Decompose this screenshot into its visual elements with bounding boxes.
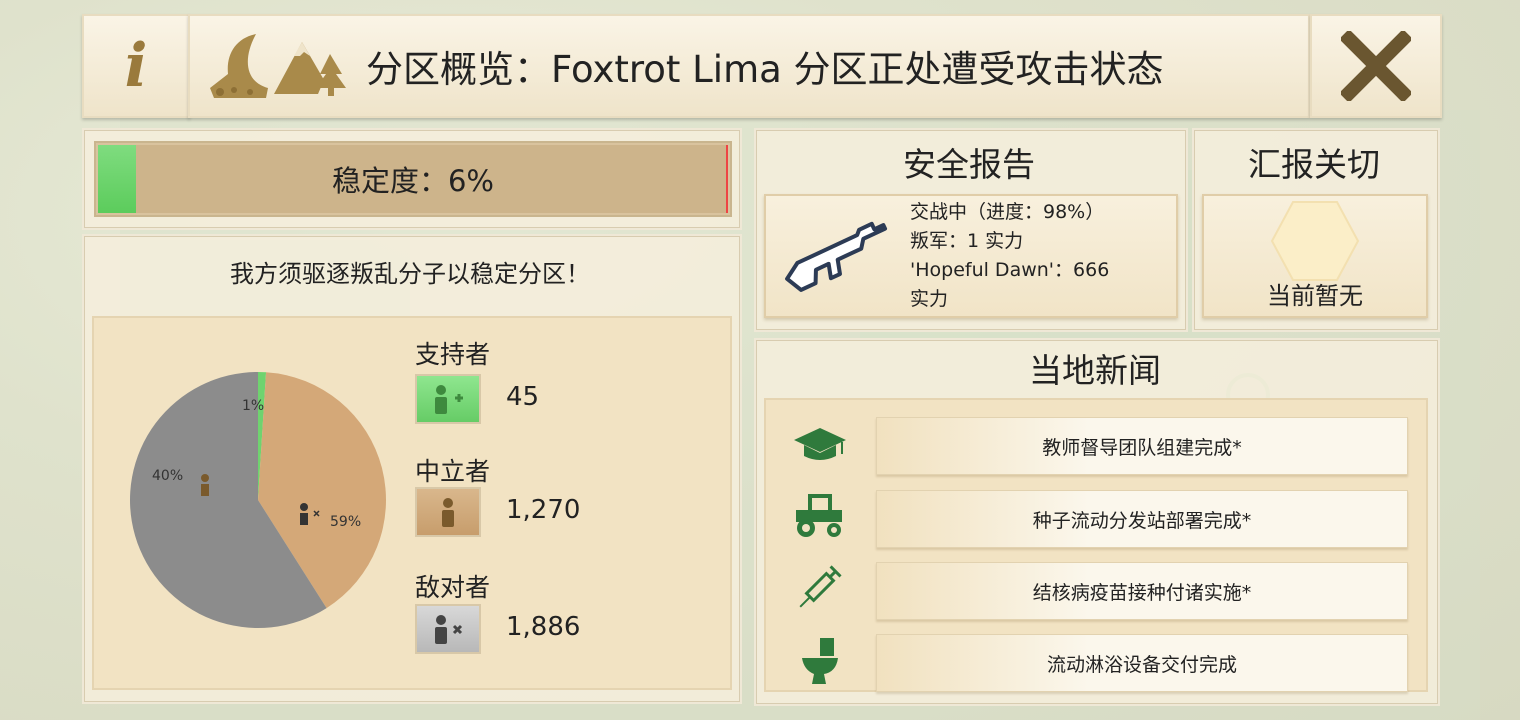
local-news-title: 当地新闻 (1029, 351, 1161, 390)
close-button[interactable] (1310, 14, 1442, 118)
news-item-text: 教师督导团队组建完成* (1042, 436, 1242, 459)
friendly-strength: 'Hopeful Dawn'：666 (910, 259, 1110, 281)
news-item-text: 结核病疫苗接种付诸实施* (1032, 581, 1252, 604)
stability-bar: 稳定度：6% (94, 141, 732, 217)
pie-label-hostile: 59% (330, 514, 361, 530)
friendly-strength-unit: 实力 (910, 288, 949, 310)
news-item[interactable]: 流动淋浴设备交付完成 (876, 634, 1408, 692)
news-item[interactable]: 教师督导团队组建完成* (876, 417, 1408, 475)
hexagon-icon (1270, 201, 1360, 281)
hostile-label: 敌对者 (415, 573, 491, 602)
hostile-count: 1,886 (506, 612, 581, 642)
neutral-label: 中立者 (415, 457, 491, 486)
neutral-person-icon (415, 487, 481, 537)
pie-label-neutral: 40% (152, 468, 183, 484)
supporters-label: 支持者 (415, 340, 491, 369)
neutral-slice-person-icon (201, 474, 209, 496)
news-item[interactable]: 结核病疫苗接种付诸实施* (876, 562, 1408, 620)
close-icon (1341, 31, 1411, 101)
concerns-status: 当前暂无 (1267, 282, 1363, 310)
syringe-icon (799, 565, 842, 608)
supporters-count: 45 (506, 382, 540, 412)
security-report-text: 交战中（进度：98%） 叛军：1 实力 'Hopeful Dawn'：666 实… (910, 198, 1109, 314)
stabilize-notice: 我方须驱逐叛乱分子以稳定分区！ (230, 260, 590, 288)
title-bar: 分区概览：Foxtrot Lima 分区正处遭受攻击状态 (188, 14, 1310, 118)
news-item-text: 流动淋浴设备交付完成 (1046, 653, 1237, 676)
page-title: 分区概览：Foxtrot Lima 分区正处遭受攻击状态 (366, 48, 1164, 91)
rifle-icon (785, 221, 888, 292)
toilet-icon (802, 638, 838, 684)
hostile-person-icon (415, 604, 481, 654)
landslide-icon (210, 34, 268, 98)
tractor-icon (796, 494, 842, 537)
neutral-count: 1,270 (506, 495, 581, 525)
stability-label: 稳定度：6% (331, 164, 494, 198)
info-button[interactable]: i (82, 14, 190, 118)
population-pie-chart: 1% 40% 59% (129, 372, 386, 628)
news-item[interactable]: 种子流动分发站部署完成* (876, 490, 1408, 548)
combat-status: 交战中（进度：98%） (910, 201, 1105, 223)
security-report-title: 安全报告 (903, 145, 1035, 184)
insurgent-strength: 叛军：1 实力 (910, 230, 1024, 252)
concerns-title: 汇报关切 (1248, 145, 1380, 184)
info-icon: i (124, 31, 148, 101)
mountain-forest-icon (274, 42, 346, 96)
pie-label-supporters: 1% (242, 398, 264, 414)
news-item-text: 种子流动分发站部署完成* (1032, 509, 1252, 532)
supporter-person-icon (415, 374, 481, 424)
graduation-cap-icon (794, 428, 846, 460)
